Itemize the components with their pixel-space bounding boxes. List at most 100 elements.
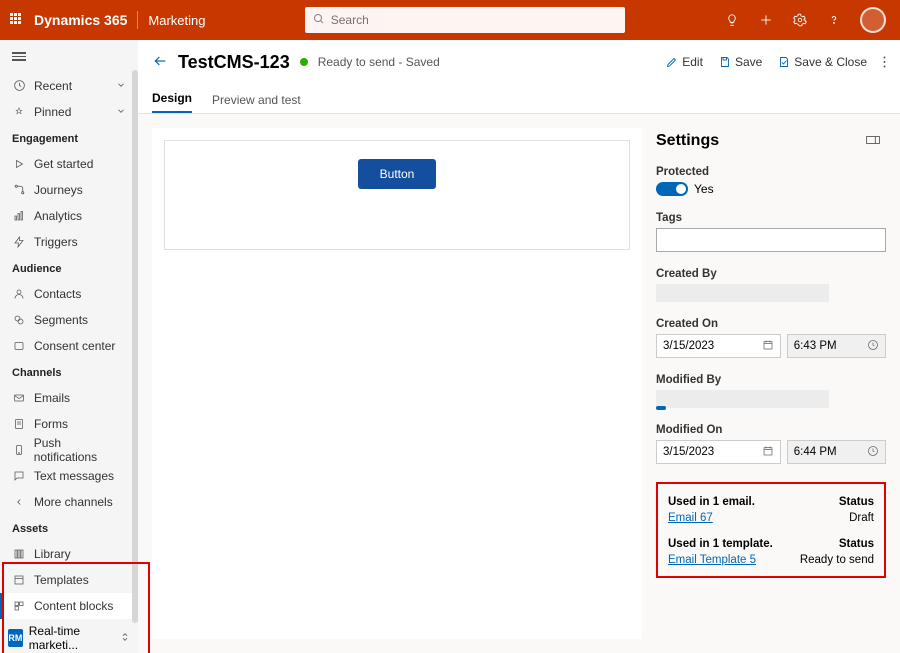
gear-icon[interactable]	[792, 12, 808, 28]
canvas-button-element[interactable]: Button	[358, 159, 437, 189]
cmd-label: Edit	[682, 55, 703, 69]
protected-label: Protected	[656, 166, 886, 178]
created-on-row: 3/15/2023 6:43 PM	[656, 334, 886, 358]
nav-label: Text messages	[34, 469, 114, 483]
nav-label: Templates	[34, 573, 89, 587]
plus-icon[interactable]	[758, 12, 774, 28]
collapse-panel-icon[interactable]	[866, 132, 880, 150]
protected-value: Yes	[694, 182, 714, 196]
save-icon	[719, 56, 731, 68]
dep-email-link[interactable]: Email 67	[668, 512, 713, 524]
cmd-label: Save	[735, 55, 762, 69]
nav-emails[interactable]: Emails	[0, 385, 138, 411]
main: TestCMS-123 Ready to send - Saved Edit S…	[138, 40, 900, 653]
canvas-frame[interactable]: Button	[164, 140, 630, 250]
area-label: Real-time marketi...	[29, 624, 114, 652]
nav-content-blocks[interactable]: Content blocks	[0, 593, 138, 619]
nav-more-channels[interactable]: More channels	[0, 489, 138, 515]
nav-consent[interactable]: Consent center	[0, 333, 138, 359]
page-title: TestCMS-123	[178, 52, 290, 73]
nav-group-assets: Assets	[0, 515, 138, 541]
nav-group-channels: Channels	[0, 359, 138, 385]
edit-icon	[666, 56, 678, 68]
app-launcher-icon[interactable]	[10, 13, 24, 27]
back-button[interactable]	[152, 53, 168, 72]
nav-get-started[interactable]: Get started	[0, 151, 138, 177]
nav-recent[interactable]: Recent	[0, 73, 138, 99]
dep-email-head: Used in 1 email.	[668, 496, 755, 508]
nav-label: Contacts	[34, 287, 81, 301]
person-icon	[12, 288, 26, 300]
nav-label: Pinned	[34, 105, 71, 119]
divider	[137, 11, 138, 29]
area-switcher[interactable]: RM Real-time marketi...	[0, 623, 138, 653]
module-name: Marketing	[148, 13, 205, 28]
modified-by-label: Modified By	[656, 374, 886, 386]
nav-analytics[interactable]: Analytics	[0, 203, 138, 229]
save-close-icon	[778, 56, 790, 68]
modified-on-time[interactable]: 6:44 PM	[787, 440, 886, 464]
nav-push[interactable]: Push notifications	[0, 437, 138, 463]
shield-icon	[12, 340, 26, 352]
dep-email-status: Draft	[849, 512, 874, 524]
modified-on-date[interactable]: 3/15/2023	[656, 440, 781, 464]
segments-icon	[12, 314, 26, 326]
nav-label: Get started	[34, 157, 93, 171]
nav-journeys[interactable]: Journeys	[0, 177, 138, 203]
email-icon	[12, 392, 26, 404]
created-on-date[interactable]: 3/15/2023	[656, 334, 781, 358]
nav-label: Push notifications	[34, 436, 126, 464]
nav-library[interactable]: Library	[0, 541, 138, 567]
search-icon	[313, 13, 325, 28]
protected-toggle[interactable]	[656, 182, 688, 196]
dep-status-head: Status	[839, 496, 874, 508]
chat-icon	[12, 470, 26, 482]
nav-triggers[interactable]: Triggers	[0, 229, 138, 255]
edit-button[interactable]: Edit	[666, 55, 703, 69]
nav-label: Content blocks	[34, 599, 113, 613]
nav-pinned[interactable]: Pinned	[0, 99, 138, 125]
more-button[interactable]	[883, 55, 886, 69]
nav-segments[interactable]: Segments	[0, 307, 138, 333]
phone-icon	[12, 444, 26, 456]
callout-dependencies: Used in 1 email. Status Email 67 Draft Use…	[656, 482, 886, 578]
nav-forms[interactable]: Forms	[0, 411, 138, 437]
tabs: Design Preview and test	[138, 84, 900, 114]
chevron-left-icon	[12, 497, 26, 507]
tab-preview[interactable]: Preview and test	[212, 93, 301, 113]
nav-label: Library	[34, 547, 71, 561]
help-icon[interactable]	[826, 12, 842, 28]
save-button[interactable]: Save	[719, 55, 762, 69]
area-badge: RM	[8, 629, 23, 647]
page-header: TestCMS-123 Ready to send - Saved Edit S…	[138, 40, 900, 84]
search-input[interactable]	[331, 13, 617, 27]
dep-template-status: Ready to send	[800, 554, 874, 566]
created-on-time[interactable]: 6:43 PM	[787, 334, 886, 358]
library-icon	[12, 548, 26, 560]
nav-text[interactable]: Text messages	[0, 463, 138, 489]
sidebar-toggle[interactable]	[0, 40, 138, 73]
nav-templates[interactable]: Templates	[0, 567, 138, 593]
bolt-icon	[12, 236, 26, 248]
blocks-icon	[12, 600, 26, 612]
global-header: Dynamics 365 Marketing	[0, 0, 900, 40]
save-close-button[interactable]: Save & Close	[778, 55, 867, 69]
nav-label: Journeys	[34, 183, 83, 197]
tab-design[interactable]: Design	[152, 91, 192, 113]
clock-icon	[12, 79, 26, 92]
settings-title: Settings	[656, 132, 719, 150]
search-box[interactable]	[305, 7, 625, 33]
nav-contacts[interactable]: Contacts	[0, 281, 138, 307]
created-on-label: Created On	[656, 318, 886, 330]
tags-input[interactable]	[656, 228, 886, 252]
lightbulb-icon[interactable]	[724, 12, 740, 28]
clock-icon	[867, 445, 879, 460]
nav-group-engagement: Engagement	[0, 125, 138, 151]
dep-template-link[interactable]: Email Template 5	[668, 554, 756, 566]
avatar[interactable]	[860, 7, 886, 33]
nav-label: Consent center	[34, 339, 115, 353]
brand-name: Dynamics 365	[34, 12, 127, 28]
scrollbar[interactable]	[132, 70, 138, 623]
calendar-icon	[762, 445, 774, 460]
dep-template-head: Used in 1 template.	[668, 538, 773, 550]
